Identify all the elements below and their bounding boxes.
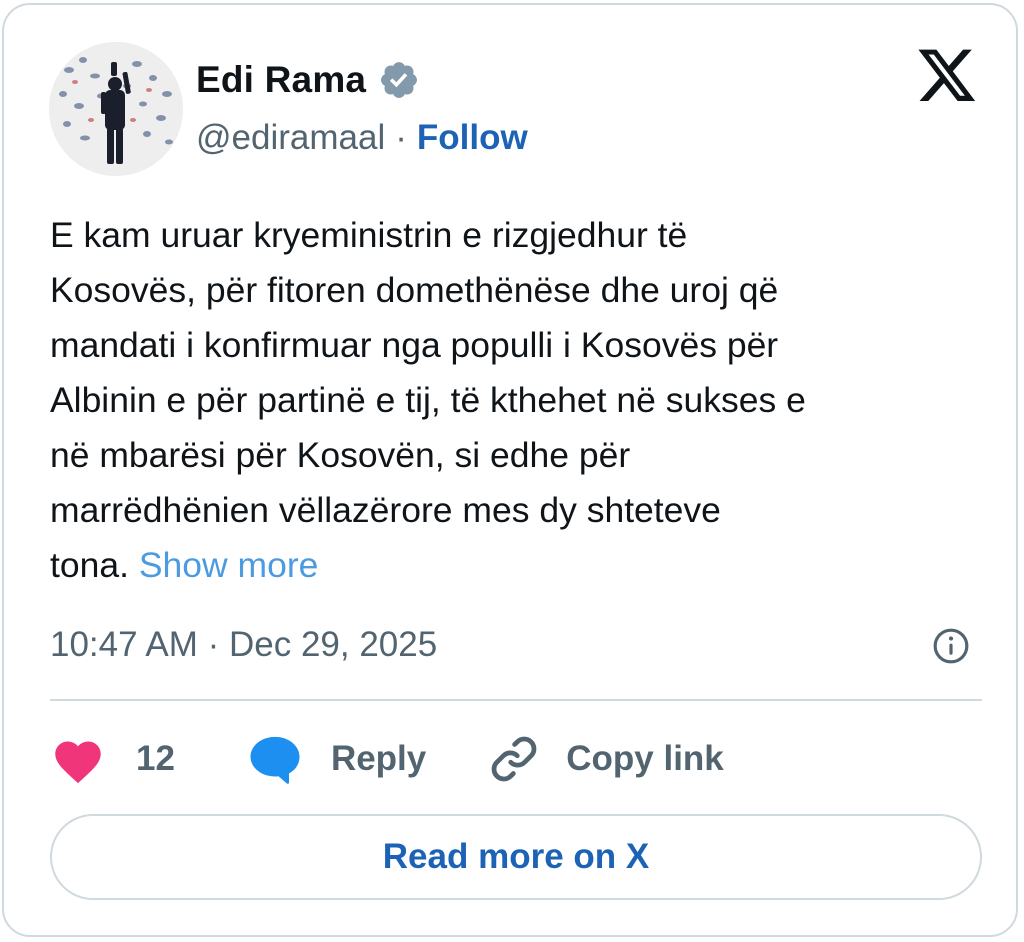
author-display-name[interactable]: Edi Rama [196,59,366,101]
copy-link-label: Copy link [566,739,724,778]
read-more-button[interactable]: Read more on X [50,814,982,900]
tweet-text: E kam uruar kryeministrin e rizgjedhur t… [50,208,980,593]
follow-button[interactable]: Follow [417,118,528,158]
avatar-image [49,42,183,176]
tweet-line: E kam uruar kryeministrin e rizgjedhur t… [50,215,688,255]
tweet-line: Kosovës, për fitoren domethënëse dhe uro… [50,270,779,310]
author-name-row: Edi Rama [196,57,420,103]
reply-button[interactable]: Reply [247,733,426,785]
x-logo-icon[interactable] [916,49,978,107]
show-more-link[interactable]: Show more [139,545,319,585]
info-icon[interactable] [932,627,970,665]
tweet-line: Albinin e për partinë e tij, të kthehet … [50,380,806,420]
tweet-timestamp[interactable]: 10:47 AM · Dec 29, 2025 [50,620,437,670]
tweet-line: tona. [50,545,129,585]
author-handle[interactable]: @ediramaal [196,118,385,158]
reply-label: Reply [330,739,427,778]
avatar[interactable] [49,42,183,176]
heart-icon [55,741,101,784]
author-handle-row: @ediramaal · Follow [196,115,528,161]
tweet-line: në mbarësi për Kosovën, si edhe për [50,435,631,475]
action-bar: 12 Reply Copy link [50,729,724,789]
verified-badge-icon [381,62,418,98]
tweet-card: Edi Rama @ediramaal · Follow E kam uruar… [2,3,1018,937]
link-icon [491,736,537,782]
like-count: 12 [136,739,175,778]
tweet-line: marrëdhënien vëllazërore mes dy shteteve [50,490,721,530]
speech-bubble-icon [250,736,300,784]
divider [50,699,982,701]
tweet-last-line: tona. Show more [50,538,980,593]
tweet-line: mandati i konfirmuar nga populli i Kosov… [50,325,779,365]
separator-dot: · [395,118,407,157]
like-button[interactable]: 12 [50,734,175,784]
copy-link-button[interactable]: Copy link [488,733,724,785]
